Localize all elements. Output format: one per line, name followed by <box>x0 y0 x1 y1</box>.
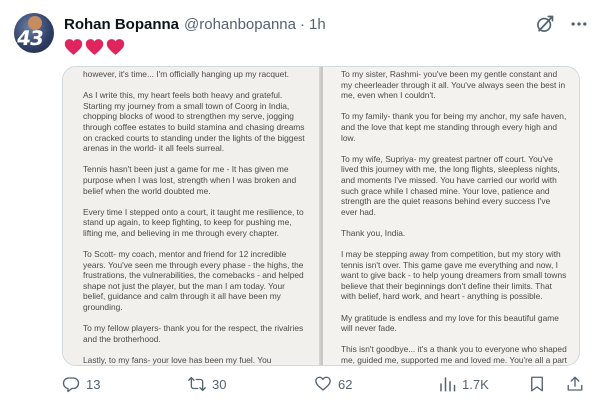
bookmark-button[interactable] <box>528 372 546 396</box>
tweet: 43 Rohan Bopanna @rohanbopanna · 1h howe… <box>0 0 596 402</box>
letter-right-text: To my sister, Rashmi- you've been my gen… <box>341 69 568 366</box>
letter-paragraph: This isn't goodbye... it's a thank you t… <box>341 344 568 366</box>
letter-paragraph: As I write this, my heart feels both hea… <box>83 90 305 154</box>
share-icon <box>567 376 583 391</box>
letter-page-left: however, it's time... I'm officially han… <box>63 67 321 366</box>
reply-count: 13 <box>86 376 101 392</box>
letter-image[interactable]: however, it's time... I'm officially han… <box>62 66 580 366</box>
red-heart-icon <box>85 39 104 55</box>
views-count: 1.7K <box>462 376 489 392</box>
repost-icon <box>188 376 206 392</box>
tweet-text <box>64 38 125 56</box>
letter-page-right: To my sister, Rashmi- you've been my gen… <box>323 67 579 366</box>
author-name[interactable]: Rohan Bopanna <box>64 16 179 33</box>
letter-paragraph: Tennis hasn't been just a game for me - … <box>83 164 297 196</box>
more-horizontal-icon[interactable] <box>569 14 589 34</box>
like-count: 62 <box>338 376 353 392</box>
tweet-actions: 13 30 62 1.7K <box>62 372 586 396</box>
letter-paragraph: To my fellow players- thank you for the … <box>83 323 304 344</box>
letter-left-text: however, it's time... I'm officially han… <box>83 69 305 366</box>
author-handle[interactable]: @rohanbopanna <box>184 16 296 33</box>
letter-paragraph: however, it's time... I'm officially han… <box>83 69 289 79</box>
red-heart-icon <box>64 39 83 55</box>
share-button[interactable] <box>566 372 584 396</box>
grok-slash-icon[interactable] <box>535 14 555 34</box>
like-icon <box>315 376 331 391</box>
timestamp[interactable]: 1h <box>309 16 326 33</box>
letter-paragraph: To my sister, Rashmi- you've been my gen… <box>341 69 566 101</box>
like-button[interactable]: 62 <box>314 372 352 396</box>
letter-paragraph: To my family- thank you for being my anc… <box>341 111 567 143</box>
bookmark-icon <box>531 376 543 392</box>
views-icon <box>440 377 456 392</box>
letter-paragraph: My gratitude is endless and my love for … <box>341 312 559 334</box>
repost-count: 30 <box>212 376 227 392</box>
repost-button[interactable]: 30 <box>188 372 226 396</box>
letter-paragraph: To my wife, Supriya- my greatest partner… <box>341 153 560 217</box>
letter-paragraph: Every time I stepped onto a court, it ta… <box>83 206 304 238</box>
separator-dot: · <box>300 15 305 33</box>
views-button[interactable]: 1.7K <box>438 372 489 396</box>
tweet-header: Rohan Bopanna @rohanbopanna · 1h <box>64 13 326 35</box>
red-heart-icon <box>106 39 125 55</box>
letter-paragraph: To Scott- my coach, mentor and friend fo… <box>83 249 304 313</box>
avatar[interactable]: 43 <box>14 13 54 53</box>
letter-paragraph: Lastly, to my fans- your love has been m… <box>83 355 272 366</box>
reply-icon <box>62 377 80 393</box>
reply-button[interactable]: 13 <box>62 372 100 396</box>
avatar-number: 43 <box>15 26 45 50</box>
letter-paragraph: Thank you, India. <box>341 227 406 238</box>
letter-paragraph: I may be stepping away from competition,… <box>341 249 567 302</box>
